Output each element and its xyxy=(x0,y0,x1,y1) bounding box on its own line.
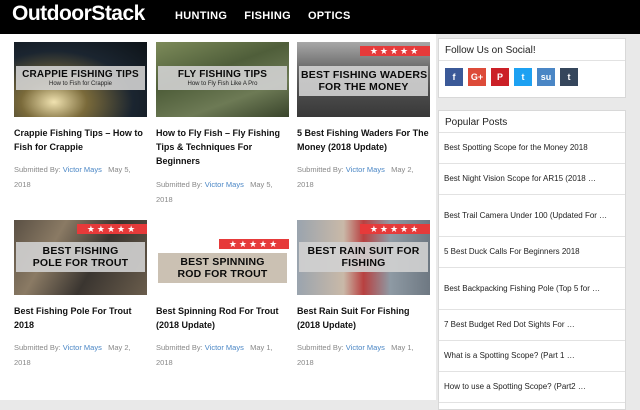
article-thumbnail[interactable]: CRAPPIE FISHING TIPS How to Fish for Cra… xyxy=(14,42,147,117)
widget-title: Popular Posts xyxy=(439,111,625,133)
sidebar: Follow Us on Social! f G+ P t su t Popul… xyxy=(438,34,640,410)
popular-post-link[interactable]: 7 Best Budget Red Dot Sights For … xyxy=(439,310,625,341)
article-title[interactable]: Best Rain Suit For Fishing (2018 Update) xyxy=(297,304,430,332)
nav-optics[interactable]: OPTICS xyxy=(308,10,351,22)
rating-stars: ★★★★★ xyxy=(77,224,147,234)
article-card: ★★★★★ BEST FISHING WADERS FOR THE MONEY … xyxy=(297,42,430,192)
article-meta: Submitted By: Victor Mays May 5, 2018 xyxy=(14,165,131,189)
article-card: CRAPPIE FISHING TIPS How to Fish for Cra… xyxy=(14,42,147,192)
article-card: ★★★★★ BEST RAIN SUIT FOR FISHING Best Ra… xyxy=(297,220,430,370)
author-link[interactable]: Victor Mays xyxy=(346,343,385,352)
popular-post-link[interactable]: Best Backpacking Fishing Pole (Top 5 for… xyxy=(439,268,625,310)
article-card: ★★★★★ BEST FISHING POLE FOR TROUT Best F… xyxy=(14,220,147,370)
thumbnail-banner: BEST SPINNING ROD FOR TROUT xyxy=(158,253,287,283)
article-meta: Submitted By: Victor Mays May 2, 2018 xyxy=(297,165,414,189)
article-title[interactable]: How to Fly Fish – Fly Fishing Tips & Tec… xyxy=(156,126,289,168)
thumbnail-banner: CRAPPIE FISHING TIPS How to Fish for Cra… xyxy=(16,66,145,90)
article-title[interactable]: 5 Best Fishing Waders For The Money (201… xyxy=(297,126,430,154)
article-thumbnail[interactable]: ★★★★★ BEST FISHING POLE FOR TROUT xyxy=(14,220,147,295)
article-meta: Submitted By: Victor Mays May 1, 2018 xyxy=(156,343,273,367)
rating-stars: ★★★★★ xyxy=(219,239,289,249)
author-link[interactable]: Victor Mays xyxy=(205,180,244,189)
article-thumbnail[interactable]: ★★★★★ BEST FISHING WADERS FOR THE MONEY xyxy=(297,42,430,117)
twitter-icon[interactable]: t xyxy=(514,68,532,86)
article-title[interactable]: Crappie Fishing Tips – How to Fish for C… xyxy=(14,126,147,154)
popular-post-link[interactable]: Best Spotting Scope for the Money 2018 xyxy=(439,133,625,164)
article-title[interactable]: Best Fishing Pole For Trout 2018 xyxy=(14,304,147,332)
site-logo[interactable]: OutdoorStack xyxy=(12,2,145,26)
rating-stars: ★★★★★ xyxy=(360,46,430,56)
article-meta: Submitted By: Victor Mays May 5, 2018 xyxy=(156,180,273,204)
article-card: FLY FISHING TIPS How to Fly Fish Like A … xyxy=(156,42,289,207)
social-widget: Follow Us on Social! f G+ P t su t xyxy=(438,38,626,98)
article-thumbnail[interactable]: ★★★★★ BEST SPINNING ROD FOR TROUT xyxy=(156,235,289,295)
nav-fishing[interactable]: FISHING xyxy=(244,10,291,22)
popular-post-link[interactable]: Best Trail Camera Under 100 (Updated For… xyxy=(439,195,625,237)
nav-hunting[interactable]: HUNTING xyxy=(175,10,227,22)
article-meta: Submitted By: Victor Mays May 1, 2018 xyxy=(297,343,414,367)
popular-post-link[interactable]: Best Night Vision Scope for AR15 (2018 … xyxy=(439,164,625,195)
widget-title: Follow Us on Social! xyxy=(439,39,625,61)
tumblr-icon[interactable]: t xyxy=(560,68,578,86)
popular-post-link[interactable]: How to use a Spotting Scope? (Part2 … xyxy=(439,372,625,403)
popular-post-link[interactable]: 5 Best Duck Calls For Beginners 2018 xyxy=(439,237,625,268)
article-thumbnail[interactable]: ★★★★★ BEST RAIN SUIT FOR FISHING xyxy=(297,220,430,295)
article-meta: Submitted By: Victor Mays May 2, 2018 xyxy=(14,343,131,367)
author-link[interactable]: Victor Mays xyxy=(63,165,102,174)
thumbnail-banner: BEST FISHING WADERS FOR THE MONEY xyxy=(299,66,428,96)
google-plus-icon[interactable]: G+ xyxy=(468,68,486,86)
pinterest-icon[interactable]: P xyxy=(491,68,509,86)
author-link[interactable]: Victor Mays xyxy=(63,343,102,352)
article-grid: CRAPPIE FISHING TIPS How to Fish for Cra… xyxy=(0,34,436,400)
rating-stars: ★★★★★ xyxy=(360,224,430,234)
thumbnail-banner: BEST FISHING POLE FOR TROUT xyxy=(16,242,145,272)
thumbnail-banner: FLY FISHING TIPS How to Fly Fish Like A … xyxy=(158,66,287,90)
stumbleupon-icon[interactable]: su xyxy=(537,68,555,86)
main-nav: HUNTING FISHING OPTICS xyxy=(175,10,351,22)
article-thumbnail[interactable]: FLY FISHING TIPS How to Fly Fish Like A … xyxy=(156,42,289,117)
popular-posts-widget: Popular Posts Best Spotting Scope for th… xyxy=(438,110,626,410)
article-card: ★★★★★ BEST SPINNING ROD FOR TROUT Best S… xyxy=(156,235,289,370)
top-nav-bar: OutdoorStack HUNTING FISHING OPTICS xyxy=(0,0,640,34)
author-link[interactable]: Victor Mays xyxy=(346,165,385,174)
author-link[interactable]: Victor Mays xyxy=(205,343,244,352)
social-icons: f G+ P t su t xyxy=(439,61,625,86)
popular-post-link[interactable]: What is a Spotting Scope? (Part 1 … xyxy=(439,341,625,372)
facebook-icon[interactable]: f xyxy=(445,68,463,86)
thumbnail-banner: BEST RAIN SUIT FOR FISHING xyxy=(299,242,428,272)
article-title[interactable]: Best Spinning Rod For Trout (2018 Update… xyxy=(156,304,289,332)
